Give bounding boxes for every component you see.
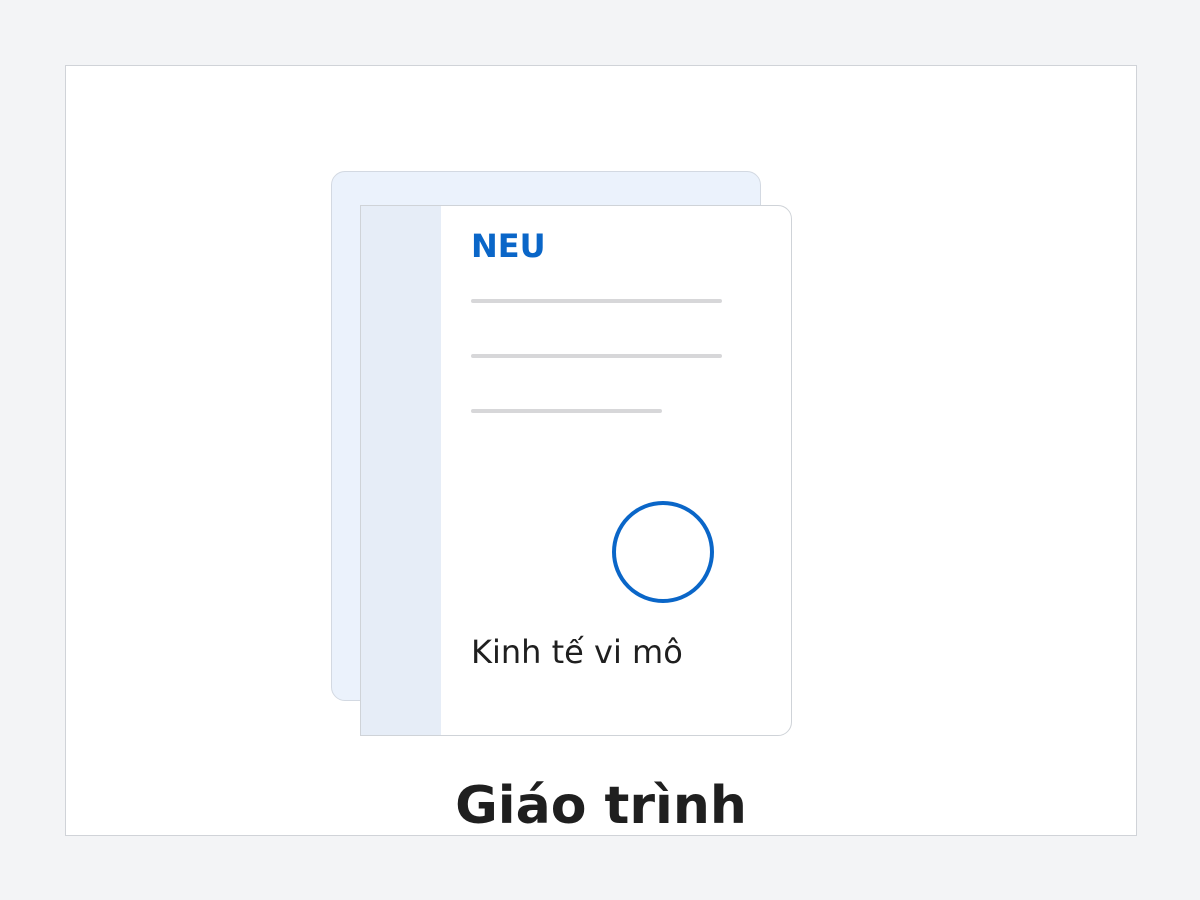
circle-emblem-icon (612, 501, 714, 603)
page-caption: Giáo trình (455, 776, 747, 836)
text-placeholder-line (471, 354, 722, 358)
brand-label: NEU (471, 227, 546, 265)
book-cover: NEU Kinh tế vi mô (360, 205, 792, 736)
book-spine (361, 206, 441, 735)
subject-title: Kinh tế vi mô (471, 633, 683, 671)
text-placeholder-line (471, 299, 722, 303)
illustration-canvas: NEU Kinh tế vi mô Giáo trình (65, 65, 1137, 836)
text-placeholder-line (471, 409, 662, 413)
